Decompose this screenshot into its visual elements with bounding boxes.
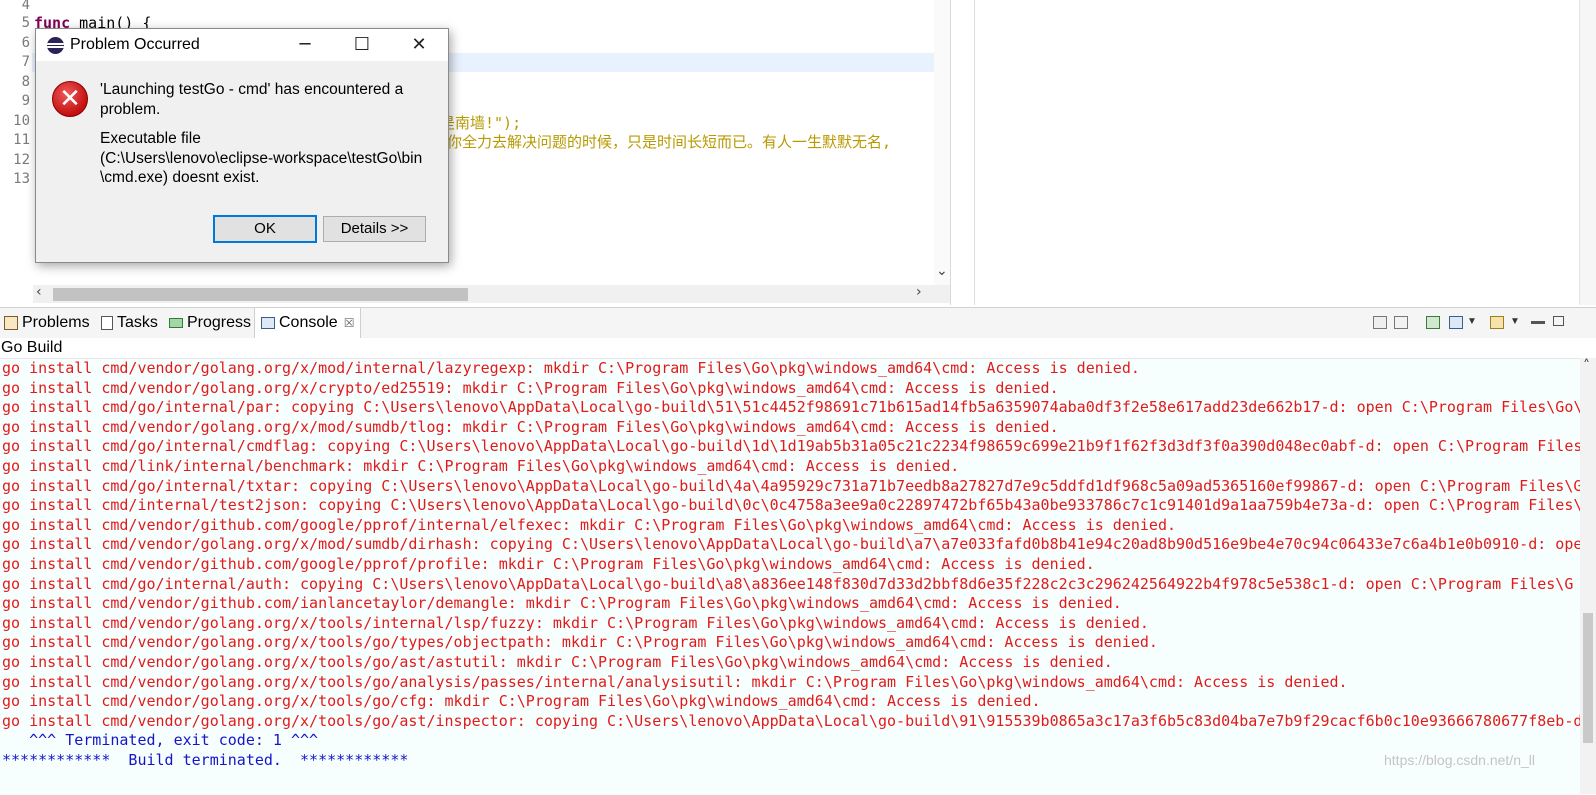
line-number: 12	[13, 152, 30, 168]
console-title: Go Build	[0, 338, 1596, 358]
console-view-tabbar: Problems Tasks Progress Console ☒ ▼ ▼	[0, 307, 1596, 339]
console-error-line: go install cmd/go/internal/auth: copying…	[2, 574, 1574, 593]
close-icon[interactable]: ✕	[406, 33, 432, 57]
console-error-line: go install cmd/vendor/golang.org/x/mod/s…	[2, 535, 1580, 554]
dialog-message: 'Launching testGo - cmd' has encountered…	[100, 80, 403, 119]
console-error-line: go install cmd/vendor/golang.org/x/mod/i…	[2, 359, 1140, 377]
line-number: 4	[21, 0, 30, 13]
scrollbar-thumb[interactable]	[1583, 613, 1593, 743]
chevron-down-icon[interactable]: ⌄	[936, 263, 948, 279]
scroll-lock-icon[interactable]	[1394, 316, 1408, 329]
detail-line: \cmd.exe) doesnt exist.	[100, 169, 260, 186]
tab-label: Tasks	[117, 314, 158, 331]
pane-divider[interactable]	[974, 0, 975, 305]
dialog-title: Problem Occurred	[70, 36, 200, 53]
chevron-left-icon[interactable]: ‹	[36, 284, 42, 300]
line-number: 10	[13, 113, 30, 129]
console-error-line: go install cmd/vendor/golang.org/x/tools…	[2, 613, 1149, 632]
error-icon: ✕	[52, 81, 88, 117]
chevron-right-icon[interactable]: ›	[916, 284, 922, 300]
console-error-line: go install cmd/go/internal/cmdflag: copy…	[2, 437, 1580, 456]
chevron-down-icon[interactable]: ▼	[1467, 316, 1477, 329]
line-number: 6	[21, 35, 30, 51]
code-line[interactable]: 是南墙!");	[440, 112, 521, 133]
line-number: 8	[21, 74, 30, 90]
chevron-up-icon[interactable]: ˄	[1583, 358, 1590, 374]
display-console-icon[interactable]	[1449, 316, 1463, 329]
tab-problems[interactable]: Problems	[4, 308, 90, 338]
string-literal: 是南墙!");	[440, 114, 522, 132]
detail-line: Executable file	[100, 130, 201, 147]
tasks-icon	[101, 316, 113, 330]
console-error-line: go install cmd/go/internal/txtar: copyin…	[2, 476, 1580, 495]
minimize-icon[interactable]: ─	[292, 33, 318, 57]
tab-tasks[interactable]: Tasks	[101, 308, 158, 338]
console-build-terminated-line: ************ Build terminated. *********…	[2, 751, 409, 769]
console-error-line: go install cmd/go/internal/par: copying …	[2, 398, 1580, 417]
scrollbar-thumb[interactable]	[53, 288, 468, 301]
message-line: 'Launching testGo - cmd' has encountered…	[100, 81, 404, 98]
outline-pane	[957, 0, 1596, 305]
console-error-line: go install cmd/vendor/golang.org/x/mod/s…	[2, 417, 1059, 436]
console-error-line: go install cmd/vendor/golang.org/x/tools…	[2, 692, 1041, 711]
tab-label: Problems	[22, 314, 90, 331]
tab-label: Console	[279, 314, 338, 331]
tab-label: Progress	[187, 314, 252, 331]
open-console-icon[interactable]	[1490, 316, 1504, 329]
pin-console-icon[interactable]	[1426, 316, 1440, 329]
dialog-detail: Executable file (C:\Users\lenovo\eclipse…	[100, 129, 422, 188]
console-error-line: go install cmd/vendor/golang.org/x/tools…	[2, 633, 1158, 652]
console-error-line: go install cmd/vendor/golang.org/x/tools…	[2, 653, 1113, 671]
problem-occurred-dialog: Problem Occurred ─ ☐ ✕ ✕ 'Launching test…	[35, 28, 449, 263]
problems-icon	[4, 316, 18, 330]
watermark: https://blog.csdn.net/n_ll	[1384, 752, 1535, 768]
line-number: 13	[13, 171, 30, 187]
line-number: 5	[21, 15, 30, 31]
message-line: problem.	[100, 100, 161, 118]
ok-button[interactable]: OK	[213, 215, 317, 243]
line-number: 7	[21, 54, 30, 70]
outline-scrollbar[interactable]	[1579, 0, 1596, 305]
console-error-line: go install cmd/vendor/golang.org/x/crypt…	[2, 378, 1059, 397]
tab-console[interactable]: Console ☒	[254, 308, 362, 338]
editor-horizontal-scrollbar[interactable]: ‹ ›	[33, 284, 950, 303]
details-button[interactable]: Details >>	[323, 216, 426, 242]
minimize-icon[interactable]	[1531, 321, 1545, 324]
code-line[interactable]: 你全力去解决问题的时候，只是时间长短而已。有人一生默默无名,	[447, 131, 891, 152]
maximize-icon[interactable]	[1553, 316, 1564, 326]
console-terminated-line: ^^^ Terminated, exit code: 1 ^^^	[2, 731, 319, 750]
console-icon	[261, 317, 275, 329]
line-number-gutter: 4 5 6 7 8 9 10 11 12 13	[0, 0, 32, 285]
console-output[interactable]: go install cmd/vendor/golang.org/x/mod/i…	[0, 358, 1580, 795]
console-error-line: go install cmd/internal/test2json: copyi…	[2, 496, 1580, 515]
console-error-line: go install cmd/vendor/golang.org/x/tools…	[2, 672, 1348, 691]
detail-line: (C:\Users\lenovo\eclipse-workspace\testG…	[100, 149, 423, 167]
line-number: 9	[21, 93, 30, 109]
chevron-down-icon[interactable]: ▼	[1510, 316, 1520, 329]
progress-icon	[169, 318, 183, 328]
clear-console-icon[interactable]	[1373, 316, 1387, 329]
dialog-titlebar[interactable]: Problem Occurred ─ ☐ ✕	[36, 29, 448, 61]
string-literal: 你全力去解决问题的时候，只是时间长短而已。有人一生默默无名,	[447, 133, 892, 151]
tab-progress[interactable]: Progress	[169, 308, 251, 338]
line-number: 11	[13, 132, 30, 148]
editor-vertical-scrollbar[interactable]: ⌄	[934, 0, 950, 285]
console-error-line: go install cmd/vendor/github.com/google/…	[2, 515, 1176, 534]
maximize-icon[interactable]: ☐	[349, 33, 375, 57]
eclipse-icon	[47, 37, 64, 54]
console-error-line: go install cmd/vendor/github.com/google/…	[2, 555, 1095, 573]
console-error-line: go install cmd/vendor/github.com/ianlanc…	[2, 594, 1122, 613]
close-icon[interactable]: ☒	[344, 316, 355, 330]
console-scrollbar[interactable]: ˄	[1580, 358, 1596, 794]
console-error-line: go install cmd/link/internal/benchmark: …	[2, 457, 960, 475]
console-error-line: go install cmd/vendor/golang.org/x/tools…	[2, 711, 1580, 730]
